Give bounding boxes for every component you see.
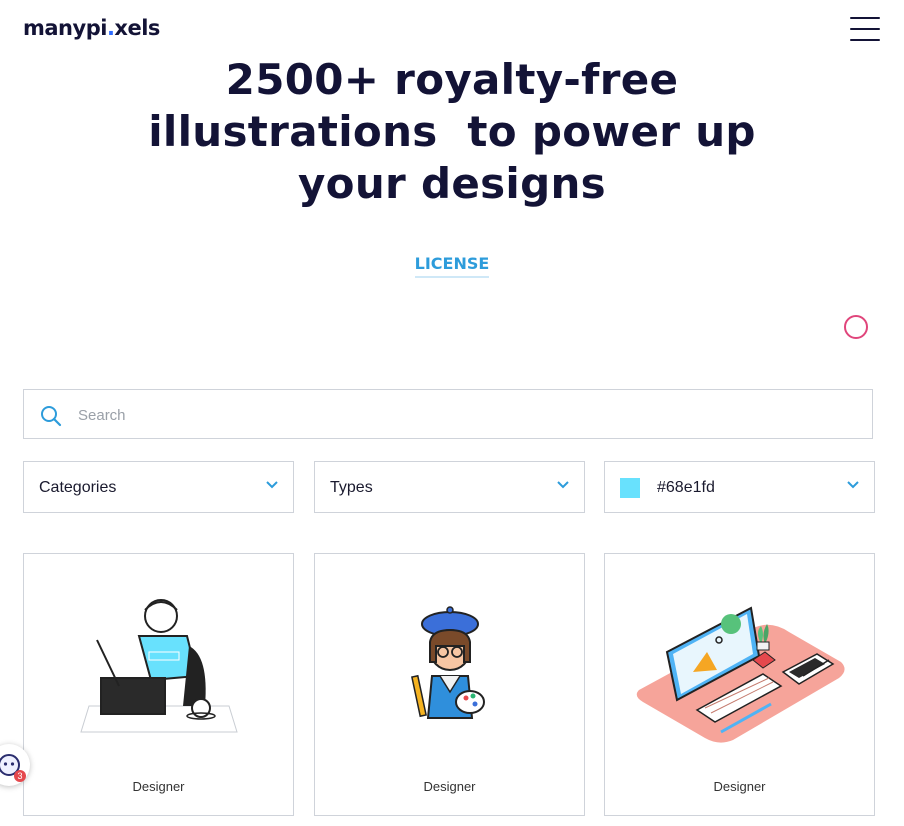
- search-icon[interactable]: [39, 404, 63, 428]
- types-label: Types: [330, 479, 373, 496]
- hero-line-3: your designs: [298, 159, 606, 208]
- color-value: #68e1fd: [657, 479, 715, 496]
- hero-line-1: 2500+ royalty-free: [225, 55, 679, 104]
- search-input[interactable]: [76, 402, 840, 428]
- hamburger-menu-icon[interactable]: [850, 16, 880, 42]
- isometric-workspace-illustration: [636, 606, 845, 743]
- logo-text-end: xels: [114, 16, 160, 40]
- search-bar: [23, 389, 873, 439]
- illustration-card[interactable]: Designer: [23, 553, 294, 816]
- color-dropdown[interactable]: #68e1fd: [604, 461, 875, 513]
- hero-title: 2500+ royalty-free illustrations to powe…: [0, 54, 904, 210]
- license-link[interactable]: LICENSE: [414, 254, 490, 278]
- card-caption: Designer: [423, 779, 476, 794]
- types-dropdown[interactable]: Types: [314, 461, 585, 513]
- painter-with-beret-illustration: [411, 606, 485, 719]
- illustration-card[interactable]: Designer: [604, 553, 875, 816]
- hero-line-2: illustrations to power up: [148, 107, 756, 156]
- designer-at-tablet-illustration: [80, 599, 238, 733]
- color-swatch: [620, 478, 640, 498]
- illustration-card[interactable]: Designer: [314, 553, 585, 816]
- categories-dropdown[interactable]: Categories: [23, 461, 294, 513]
- chat-badge: 3: [14, 770, 26, 782]
- card-caption: Designer: [713, 779, 766, 794]
- logo-text: manypi: [23, 16, 107, 40]
- cursor-ring-icon: [844, 315, 868, 339]
- categories-label: Categories: [39, 479, 117, 496]
- card-caption: Designer: [132, 779, 185, 794]
- chevron-down-icon: [557, 481, 569, 489]
- license-container: LICENSE: [0, 254, 904, 278]
- logo[interactable]: manypi.xels: [23, 16, 160, 40]
- chevron-down-icon: [847, 481, 859, 489]
- chevron-down-icon: [266, 481, 278, 489]
